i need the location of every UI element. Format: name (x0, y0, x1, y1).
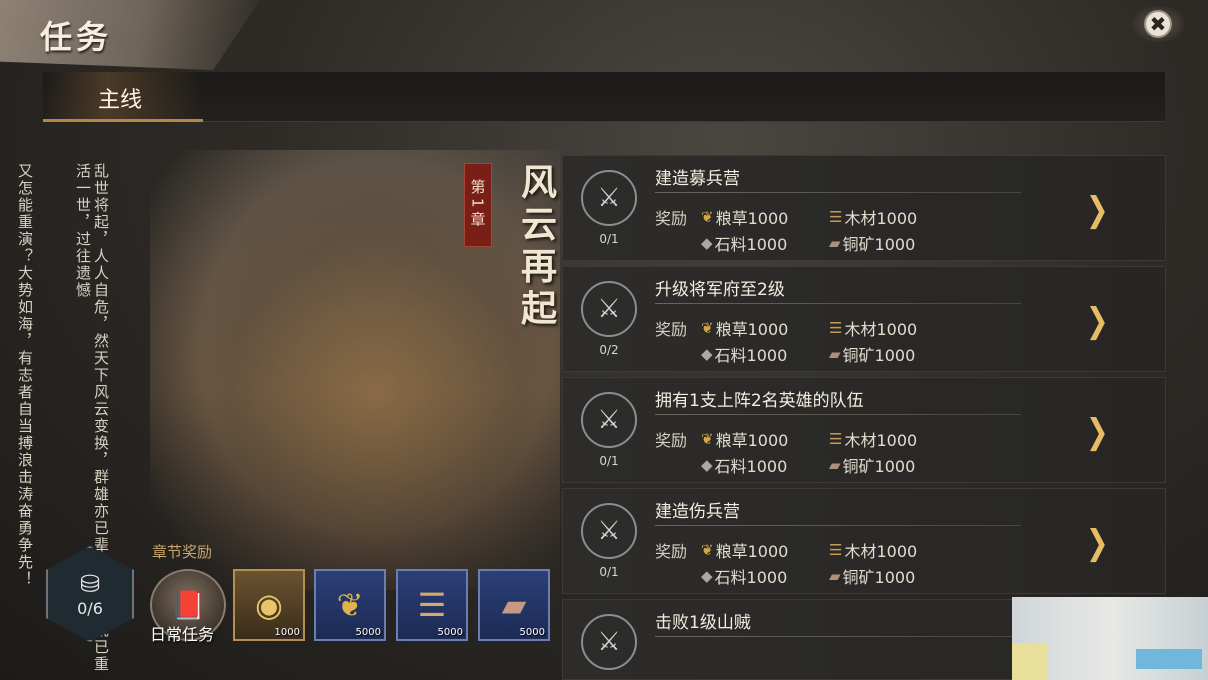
grain-icon: ❦ (701, 541, 714, 559)
reward-copper: ▰ 铜矿1000 (829, 234, 916, 254)
stone-icon: ◆ (701, 456, 713, 474)
grain-icon: ❦ (701, 208, 714, 226)
quest-progress: 0/1 (599, 232, 619, 246)
close-button[interactable]: ✖ (1132, 6, 1184, 42)
tab-bar (43, 72, 1165, 122)
chapter-tag: 第1章 (464, 163, 492, 247)
daily-tasks-label[interactable]: 日常任务 (150, 621, 214, 645)
blurred-overlay (1012, 597, 1208, 680)
reward-amount: 5000 (519, 627, 545, 638)
quest-title: 拥有1支上阵2名英雄的队伍 (655, 391, 864, 411)
reward-stone: ◆ 石料1000 (701, 456, 788, 476)
reward-label: 奖励 (655, 320, 688, 339)
reward-wood: ☰ 木材1000 (829, 430, 918, 450)
grain-icon: ❦ (701, 430, 714, 448)
reward-stone: ◆ 石料1000 (701, 234, 788, 254)
chapter-title: 风云再起 (515, 163, 557, 331)
story-text-col2: 又怎能重演？大势如海，有志者自当搏浪击涛奋勇争先！ (16, 163, 34, 588)
quest-progress: 0/1 (599, 565, 619, 579)
quest-title: 建造募兵营 (655, 169, 740, 189)
reward-grain: ❦ 粮草1000 (701, 430, 789, 450)
reward-label: 奖励 (655, 431, 688, 450)
reward-stone: ◆ 石料1000 (701, 567, 788, 587)
reward-grain: ❦ 粮草1000 (701, 208, 789, 228)
close-icon[interactable]: ✖ (1144, 10, 1172, 38)
reward-copper: ▰ 铜矿1000 (829, 456, 916, 476)
quest-progress: 0/1 (599, 454, 619, 468)
reward-grain: ❦ 粮草1000 (701, 541, 789, 561)
reward-label: 奖励 (655, 209, 688, 228)
copper-ingot-icon: ▰ (829, 345, 841, 363)
copper-ingot-icon: ▰ (829, 567, 841, 585)
quest-divider (655, 303, 1021, 304)
stone-icon: ◆ (701, 234, 713, 252)
reward-stone: ◆ 石料1000 (701, 345, 788, 365)
tab-main-story-label[interactable]: 主线 (98, 82, 142, 114)
go-arrow-icon[interactable]: ❯ (1086, 412, 1109, 452)
reward-wood: ☰ 木材1000 (829, 541, 918, 561)
quest-title: 升级将军府至2级 (655, 280, 785, 300)
reward-amount: 1000 (274, 627, 300, 638)
go-arrow-icon[interactable]: ❯ (1086, 523, 1109, 563)
reward-item-grain[interactable]: ❦ 5000 (314, 569, 386, 641)
stone-icon: ◆ (701, 567, 713, 585)
go-arrow-icon[interactable]: ❯ (1086, 301, 1109, 341)
page-title: 任务 (40, 18, 113, 56)
reward-item-wood[interactable]: ☰ 5000 (396, 569, 468, 641)
wood-icon: ☰ (829, 319, 843, 337)
quest-divider (655, 525, 1021, 526)
reward-copper: ▰ 铜矿1000 (829, 567, 916, 587)
chest-icon: ⛁ (79, 569, 101, 598)
wood-icon: ☰ (829, 208, 843, 226)
crossed-swords-icon: ⚔ (581, 281, 637, 337)
grain-icon: ❦ (336, 586, 364, 624)
crossed-swords-icon: ⚔ (581, 170, 637, 226)
reward-grain: ❦ 粮草1000 (701, 319, 789, 339)
grain-icon: ❦ (701, 319, 714, 337)
reward-wood: ☰ 木材1000 (829, 208, 918, 228)
reward-item-gold[interactable]: ◉ 1000 (233, 569, 305, 641)
wood-icon: ☰ (829, 541, 843, 559)
copper-ingot-icon: ▰ (829, 456, 841, 474)
gold-coin-icon: ◉ (255, 586, 283, 624)
quest-title: 建造伤兵营 (655, 502, 740, 522)
quest-item[interactable]: ⚔ 0/2 升级将军府至2级 奖励 ❦ 粮草1000 ☰ 木材1000 ◆ 石料100… (562, 266, 1166, 372)
quest-divider (655, 192, 1021, 193)
quest-item[interactable]: ⚔ 0/1 拥有1支上阵2名英雄的队伍 奖励 ❦ 粮草1000 ☰ 木材1000 ◆… (562, 377, 1166, 483)
chapter-artwork (150, 150, 560, 590)
title-banner (0, 0, 260, 70)
reward-label: 奖励 (655, 542, 688, 561)
quest-divider (655, 636, 1021, 637)
quest-item[interactable]: ⚔ 0/1 建造伤兵营 奖励 ❦ 粮草1000 ☰ 木材1000 ◆ 石料1000 ▰… (562, 488, 1166, 594)
stone-icon: ◆ (701, 345, 713, 363)
wood-icon: ☰ (829, 430, 843, 448)
daily-tasks-icon: 📕 (170, 588, 206, 622)
quest-title: 击败1级山贼 (655, 613, 751, 633)
reward-amount: 5000 (355, 627, 381, 638)
crossed-swords-icon: ⚔ (581, 392, 637, 448)
quest-item[interactable]: ⚔ 0/1 建造募兵营 奖励 ❦ 粮草1000 ☰ 木材1000 ◆ 石料1000 ▰… (562, 155, 1166, 261)
chapter-progress-badge[interactable]: ⛁ 0/6 (46, 546, 134, 642)
copper-ingot-icon: ▰ (501, 586, 527, 624)
reward-wood: ☰ 木材1000 (829, 319, 918, 339)
crossed-swords-icon: ⚔ (581, 614, 637, 670)
wood-icon: ☰ (417, 586, 447, 624)
chapter-progress-count: 0/6 (77, 598, 103, 618)
chapter-rewards-label: 章节奖励 (152, 543, 213, 561)
reward-copper: ▰ 铜矿1000 (829, 345, 916, 365)
reward-amount: 5000 (437, 627, 463, 638)
quest-progress: 0/2 (599, 343, 619, 357)
crossed-swords-icon: ⚔ (581, 503, 637, 559)
copper-ingot-icon: ▰ (829, 234, 841, 252)
reward-item-copper[interactable]: ▰ 5000 (478, 569, 550, 641)
quest-divider (655, 414, 1021, 415)
go-arrow-icon[interactable]: ❯ (1086, 190, 1109, 230)
